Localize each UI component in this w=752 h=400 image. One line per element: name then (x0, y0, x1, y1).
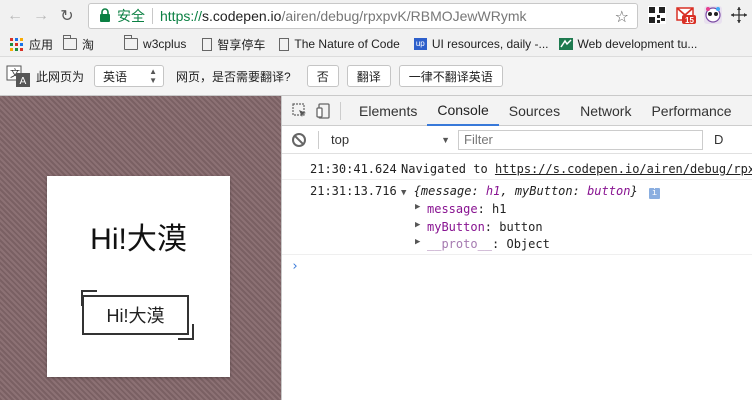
property-value: h1 (492, 202, 507, 216)
button-corner-decoration (178, 324, 194, 340)
demo-button[interactable]: Hi!大漠 (82, 295, 189, 335)
navigated-text: Navigated to (401, 162, 488, 176)
summary-value: button (587, 184, 631, 198)
triangle-down-icon[interactable]: ▼ (401, 188, 406, 198)
summary-key: myButton (514, 184, 573, 198)
translate-prefix: 此网页为 (36, 69, 85, 84)
reload-button[interactable]: ↻ (56, 5, 78, 27)
property-value: button (499, 220, 543, 234)
panda-extension-icon[interactable] (704, 6, 722, 24)
apps-grid-icon (10, 38, 24, 51)
gmail-badge: 15 (685, 16, 694, 25)
bookmark-star-icon[interactable]: ☆ (615, 7, 629, 27)
property-key: __proto__ (427, 237, 493, 251)
bookmark-folder-w3cplus[interactable]: w3cplus (123, 35, 187, 51)
never-translate-button[interactable]: 一律不翻译英语 (398, 65, 503, 87)
language-select-value: 英语 (103, 69, 128, 84)
info-icon[interactable]: i (648, 188, 660, 199)
bookmark-apps[interactable]: 应用 (10, 36, 53, 53)
context-selector[interactable]: top (331, 132, 349, 147)
tab-sources[interactable]: Sources (499, 96, 570, 126)
chevron-down-icon[interactable]: ▼ (441, 135, 450, 145)
brace-open: { (413, 184, 421, 198)
bookmark-label: UI resources, daily -... (431, 37, 549, 51)
bookmark-label: 淘 (82, 37, 95, 52)
translate-bar: 文 A 此网页为 英语 ▲ ▼ 网页，是否需要翻译? 否 翻译 一律不翻译英语 (0, 56, 752, 96)
tab-elements[interactable]: Elements (349, 96, 427, 126)
bookmark-label: 智享停车 (217, 37, 266, 52)
security-label: 安全 (117, 8, 145, 24)
navigated-url-link[interactable]: https://s.codepen.io/airen/debug/rpx (495, 162, 752, 176)
bookmark-zhixiang[interactable]: 智享停车 (202, 36, 265, 53)
bookmarks-bar: 应用 淘 w3cplus 智享停车 The Nature of Code up … (0, 32, 752, 56)
url-scheme: https:// (160, 8, 203, 24)
log-divider (282, 254, 752, 255)
default-levels-dropdown[interactable]: D (714, 132, 723, 147)
bookmark-nature-of-code[interactable]: The Nature of Code (279, 37, 400, 51)
bookmark-web-dev[interactable]: Web development tu... (558, 37, 698, 51)
tab-network[interactable]: Network (570, 96, 641, 126)
translate-icon: 文 A (6, 63, 32, 89)
crosshair-extension-icon[interactable] (730, 6, 748, 24)
property-value: Object (506, 237, 550, 251)
url-host: s.codepen.io (202, 8, 282, 24)
page-viewport: Hi!大漠 Hi!大漠 (0, 96, 281, 400)
page-heading: Hi!大漠 (90, 223, 187, 256)
log-timestamp: 21:31:13.716 (310, 184, 397, 198)
omnibox-divider (152, 8, 153, 24)
devtools-tab-bar: Elements Console Sources Network Perform… (282, 96, 752, 126)
console-toolbar: top ▼ Filter D (282, 126, 752, 154)
bookmark-folder-tao[interactable]: 淘 (62, 35, 95, 53)
folder-icon (62, 35, 78, 50)
codepen-icon (558, 38, 573, 50)
bookmark-label: w3cplus (143, 37, 187, 51)
url-path: /airen/debug/rpxpvK/RBMOJewWRymk (281, 8, 527, 24)
inspect-element-icon[interactable] (292, 102, 308, 119)
triangle-right-icon[interactable]: ▶ (415, 237, 420, 247)
translate-question: 网页，是否需要翻译? (176, 69, 291, 84)
toolbar-divider (318, 130, 319, 149)
brace-close: } (630, 184, 638, 198)
qr-code-extension-icon[interactable] (648, 6, 666, 24)
up-icon: up (413, 38, 427, 50)
back-button[interactable]: ← (4, 5, 26, 27)
devtools-panel: Elements Console Sources Network Perform… (281, 96, 752, 400)
log-divider (282, 179, 752, 180)
no-translate-button[interactable]: 否 (306, 65, 339, 87)
forward-button[interactable]: → (30, 5, 52, 27)
summary-value: h1 (485, 184, 501, 198)
page-icon (279, 37, 290, 51)
clear-console-icon[interactable] (292, 132, 306, 147)
bookmark-label: Web development tu... (577, 37, 698, 51)
bookmark-label: The Nature of Code (294, 37, 400, 51)
triangle-right-icon[interactable]: ▶ (415, 220, 420, 230)
demo-card: Hi!大漠 Hi!大漠 (47, 176, 230, 377)
svg-text:A: A (20, 76, 27, 87)
bookmark-ui-resources[interactable]: up UI resources, daily -... (413, 37, 549, 51)
page-icon (202, 37, 213, 51)
tab-performance[interactable]: Performance (641, 96, 741, 126)
object-summary[interactable]: ▼ {message: h1, myButton: button} i (401, 184, 660, 199)
select-arrows-icon: ▲ ▼ (149, 67, 158, 85)
translate-button[interactable]: 翻译 (346, 65, 391, 87)
tab-console[interactable]: Console (427, 96, 499, 126)
browser-toolbar: ← → ↻ 安全 https://s.codepen.io/airen/debu… (0, 0, 752, 32)
console-filter-input[interactable]: Filter (458, 129, 703, 150)
toolbar-divider (340, 101, 341, 120)
triangle-right-icon[interactable]: ▶ (415, 202, 420, 212)
address-bar[interactable]: 安全 https://s.codepen.io/airen/debug/rpxp… (88, 3, 638, 29)
console-prompt-icon[interactable]: › (291, 259, 299, 274)
gmail-extension-icon[interactable]: 15 (676, 6, 696, 25)
log-timestamp: 21:30:41.624 (310, 162, 397, 176)
device-toolbar-icon[interactable] (316, 102, 332, 119)
lock-icon (97, 7, 115, 25)
property-key: message (427, 202, 478, 216)
bookmark-label: 应用 (29, 37, 54, 52)
folder-icon (123, 35, 139, 50)
property-key: myButton (427, 220, 485, 234)
log-text: Navigated to https://s.codepen.io/airen/… (401, 162, 752, 176)
language-select[interactable]: 英语 ▲ ▼ (94, 65, 165, 87)
summary-key: message (420, 184, 472, 198)
